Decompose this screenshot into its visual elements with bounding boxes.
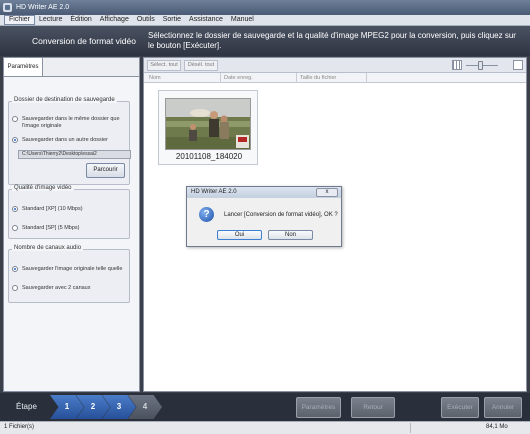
page-instruction: Sélectionnez le dossier de sauvegarde et… — [148, 31, 516, 50]
radio-button[interactable] — [12, 116, 18, 122]
radio-same-folder[interactable]: Sauvegarder dans le même dossier que l'i… — [12, 116, 124, 129]
execute-button[interactable]: Exécuter — [441, 397, 479, 418]
video-thumbnail-card[interactable]: 20101108_184020 — [158, 90, 258, 165]
file-toolbar: Sélect. tout Désél. tout — [144, 58, 526, 73]
radio-button[interactable] — [12, 285, 18, 291]
menu-edition[interactable]: Édition — [66, 15, 95, 25]
radio-label: Standard [SP] (5 Mbps) — [22, 225, 80, 231]
radio-button[interactable] — [12, 206, 18, 212]
window-title: HD Writer AE 2.0 — [16, 4, 70, 11]
radio-quality-sp[interactable]: Standard [SP] (5 Mbps) — [12, 225, 79, 232]
menu-lecture[interactable]: Lecture — [35, 15, 66, 25]
status-divider — [410, 423, 411, 433]
destination-group-title: Dossier de destination de sauvegarde — [12, 97, 117, 103]
column-headers: Nom Date enreg. Taille du fichier — [144, 73, 526, 83]
radio-label: Sauvegarder l'image originale telle quel… — [22, 266, 123, 272]
dialog-close-button[interactable]: x — [316, 188, 338, 197]
page-title: Conversion de format vidéo — [32, 36, 136, 46]
audio-group-title: Nombre de canaux audio — [12, 245, 84, 251]
menu-affichage[interactable]: Affichage — [96, 15, 133, 25]
browse-button[interactable]: Parcourir — [86, 163, 125, 178]
step-label: Étape — [16, 402, 37, 411]
radio-audio-keep[interactable]: Sauvegarder l'image originale telle quel… — [12, 266, 122, 273]
parameters-button[interactable]: Paramètres — [296, 397, 341, 418]
destination-path-field[interactable]: C:\Users\Thierry2\Desktop\essai2 — [18, 150, 131, 159]
confirm-dialog: HD Writer AE 2.0 x ? Lancer [Conversion … — [186, 186, 342, 247]
title-bar: HD Writer AE 2.0 — [0, 0, 530, 15]
menu-outils[interactable]: Outils — [133, 15, 159, 25]
select-all-button[interactable]: Sélect. tout — [147, 60, 181, 71]
video-filename: 20101108_184020 — [175, 152, 243, 161]
large-view-icon[interactable] — [513, 60, 523, 70]
dialog-yes-button[interactable]: Oui — [217, 230, 262, 240]
deselect-all-button[interactable]: Désél. tout — [184, 60, 218, 71]
audio-group: Nombre de canaux audio — [8, 245, 130, 303]
menu-sortie[interactable]: Sortie — [159, 15, 185, 25]
cancel-button[interactable]: Annuler — [484, 397, 522, 418]
column-size[interactable]: Taille du fichier — [297, 73, 367, 83]
radio-audio-2ch[interactable]: Sauvegarder avec 2 canaux — [12, 285, 91, 292]
app-icon — [3, 3, 12, 12]
menu-bar: Fichier Lecture Édition Affichage Outils… — [0, 15, 530, 26]
grid-view-icon[interactable] — [452, 60, 462, 70]
dialog-message: Lancer [Conversion de format vidéo], OK … — [224, 212, 338, 218]
radio-label: Sauvegarder dans le même dossier que l'i… — [22, 116, 120, 129]
quality-group-title: Qualité d'image vidéo — [12, 185, 74, 191]
radio-button[interactable] — [12, 266, 18, 272]
radio-other-folder[interactable]: Sauvegarder dans un autre dossier — [12, 137, 124, 144]
radio-label: Sauvegarder avec 2 canaux — [22, 285, 91, 291]
page-header: Conversion de format vidéo Sélectionnez … — [0, 26, 530, 56]
status-bar: 1 Fichier(s) 84,1 Mo — [0, 421, 530, 434]
column-name[interactable]: Nom — [146, 73, 221, 83]
menu-manuel[interactable]: Manuel — [227, 15, 258, 25]
radio-quality-xp[interactable]: Standard [XP] (10 Mbps) — [12, 206, 83, 213]
question-icon: ? — [199, 207, 214, 222]
total-size: 84,1 Mo — [486, 424, 508, 430]
radio-label: Sauvegarder dans un autre dossier — [22, 137, 108, 143]
video-thumbnail-image — [165, 98, 251, 150]
back-button[interactable]: Retour — [351, 397, 395, 418]
menu-fichier[interactable]: Fichier — [4, 15, 36, 25]
dialog-no-button[interactable]: Non — [268, 230, 313, 240]
radio-button[interactable] — [12, 137, 18, 143]
tab-parametres[interactable]: Paramètres — [3, 57, 43, 76]
quality-group: Qualité d'image vidéo — [8, 185, 130, 239]
radio-button[interactable] — [12, 225, 18, 231]
menu-assistance[interactable]: Assistance — [185, 15, 227, 25]
slider-thumb[interactable] — [478, 61, 483, 70]
file-count: 1 Fichier(s) — [4, 424, 35, 430]
radio-label: Standard [XP] (10 Mbps) — [22, 206, 83, 212]
column-date[interactable]: Date enreg. — [221, 73, 297, 83]
